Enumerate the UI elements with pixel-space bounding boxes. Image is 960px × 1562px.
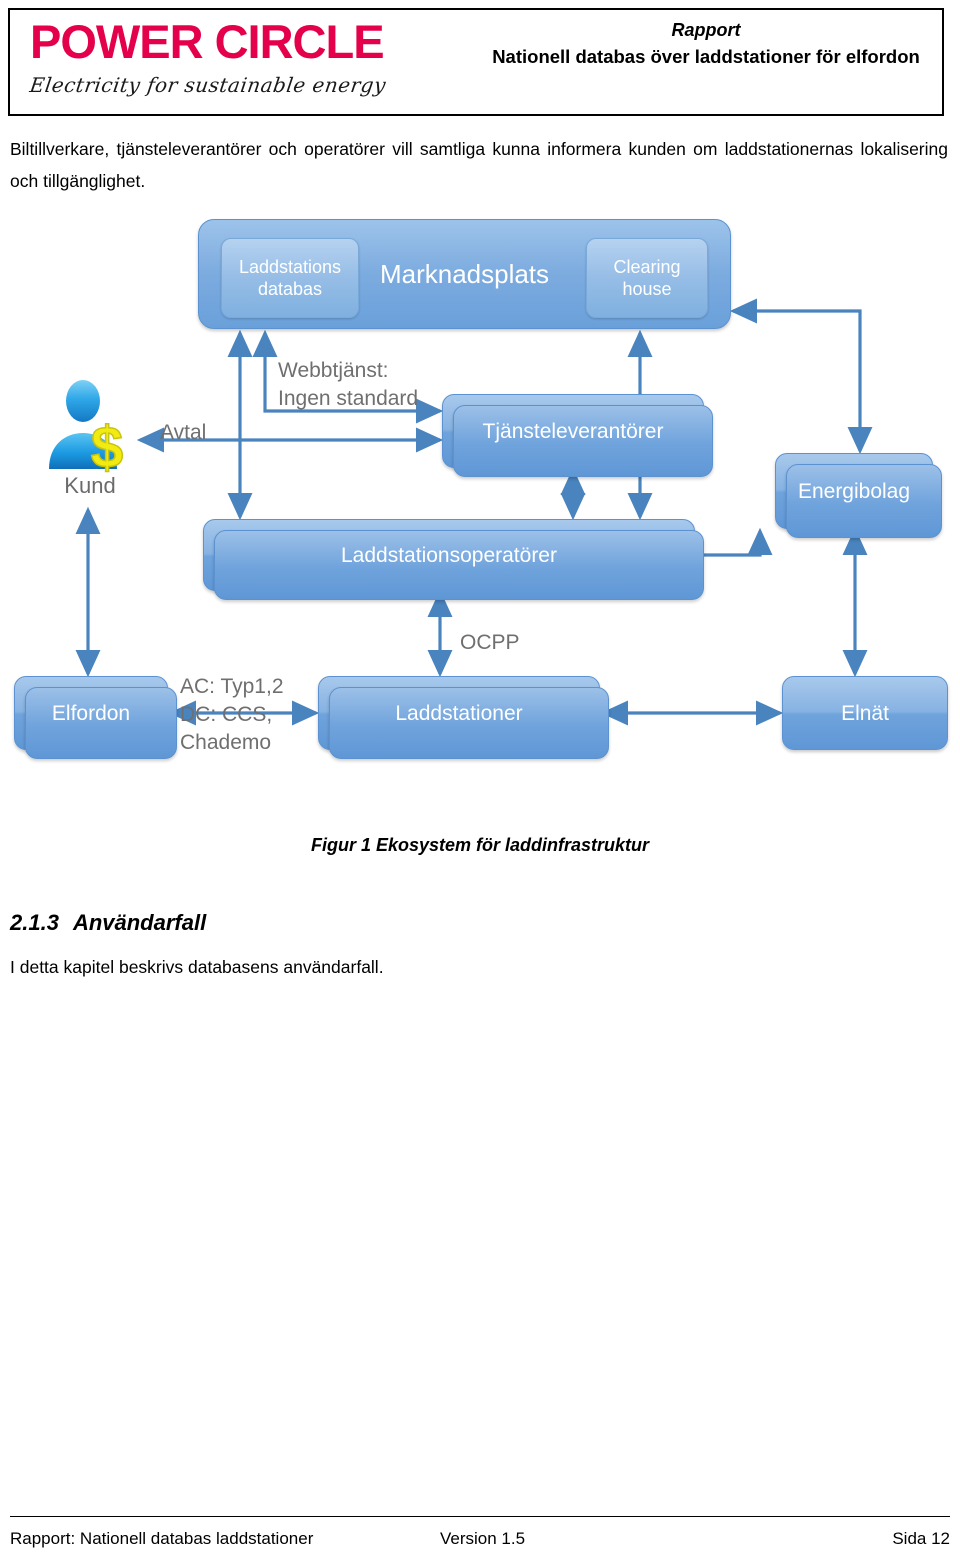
section-paragraph: I detta kapitel beskrivs databasens anvä… — [10, 957, 384, 977]
edge-label-ocpp: OCPP — [460, 631, 520, 654]
header-document-title: Nationell databas över laddstationer för… — [492, 46, 920, 67]
actor-kund[interactable]: $ Kund — [35, 375, 145, 505]
edge-label-webbtjanst: Webbtjänst: Ingen standard — [278, 359, 419, 410]
logo-tagline: Electricity for sustainable energy — [28, 73, 388, 97]
node-clearing-house[interactable]: Clearing house — [586, 238, 708, 318]
node-laddstationer-label: Laddstationer — [395, 701, 523, 725]
node-elnat[interactable]: Elnät — [782, 676, 948, 750]
node-clearing-house-label: Clearing house — [613, 257, 681, 299]
node-laddstationsoperatorer[interactable]: Laddstationsoperatörer — [203, 519, 704, 600]
header-title-block: Rapport Nationell databas över laddstati… — [486, 18, 926, 70]
node-tjansteleverantorer[interactable]: Tjänsteleverantörer — [442, 394, 713, 477]
node-energibolag-label: Energibolag — [797, 479, 911, 503]
node-laddstationer[interactable]: Laddstationer — [318, 676, 609, 759]
section-number: 2.1.3 — [10, 910, 59, 935]
footer-page-number: Sida 12 — [892, 1529, 950, 1548]
ecosystem-diagram: Marknadsplats Laddstations databas Clear… — [0, 205, 960, 805]
intro-paragraph: Biltillverkare, tjänsteleverantörer och … — [10, 139, 948, 191]
node-laddstationsoperatorer-label: Laddstationsoperatörer — [341, 543, 557, 567]
node-elnat-label: Elnät — [841, 701, 889, 725]
edge-label-avtal: Avtal — [160, 421, 207, 444]
person-dollar-icon: $ — [49, 380, 124, 481]
edge-label-connectors: AC: Typ1,2 DC: CCS, Chademo — [180, 675, 284, 754]
node-laddstations-databas[interactable]: Laddstations databas — [221, 238, 359, 318]
node-marknadsplats[interactable]: Marknadsplats Laddstations databas Clear… — [198, 219, 731, 329]
logo-wordmark: POWER CIRCLE — [30, 15, 385, 68]
footer-report-name: Rapport: Nationell databas laddstationer — [10, 1529, 314, 1548]
node-energibolag[interactable]: Energibolag — [775, 453, 942, 538]
footer-version: Version 1.5 — [440, 1529, 526, 1548]
figure-caption: Figur 1 Ekosystem för laddinfrastruktur — [310, 835, 650, 855]
document-footer: Rapport: Nationell databas laddstationer… — [10, 1524, 950, 1554]
svg-text:$: $ — [91, 415, 123, 475]
actor-kund-label: Kund — [64, 473, 116, 498]
section-heading: 2.1.3 Användarfall — [10, 910, 206, 936]
section-title: Användarfall — [72, 910, 207, 935]
footer-divider — [10, 1516, 950, 1517]
node-elfordon-label: Elfordon — [51, 701, 131, 725]
node-laddstations-databas-label: Laddstations databas — [238, 257, 342, 299]
header-kicker: Rapport — [671, 20, 741, 40]
node-elfordon[interactable]: Elfordon — [14, 676, 177, 759]
power-circle-logo: POWER CIRCLE Electricity for sustainable… — [28, 15, 470, 112]
document-header: POWER CIRCLE Electricity for sustainable… — [8, 8, 944, 116]
node-tjansteleverantorer-label: Tjänsteleverantörer — [482, 419, 664, 443]
